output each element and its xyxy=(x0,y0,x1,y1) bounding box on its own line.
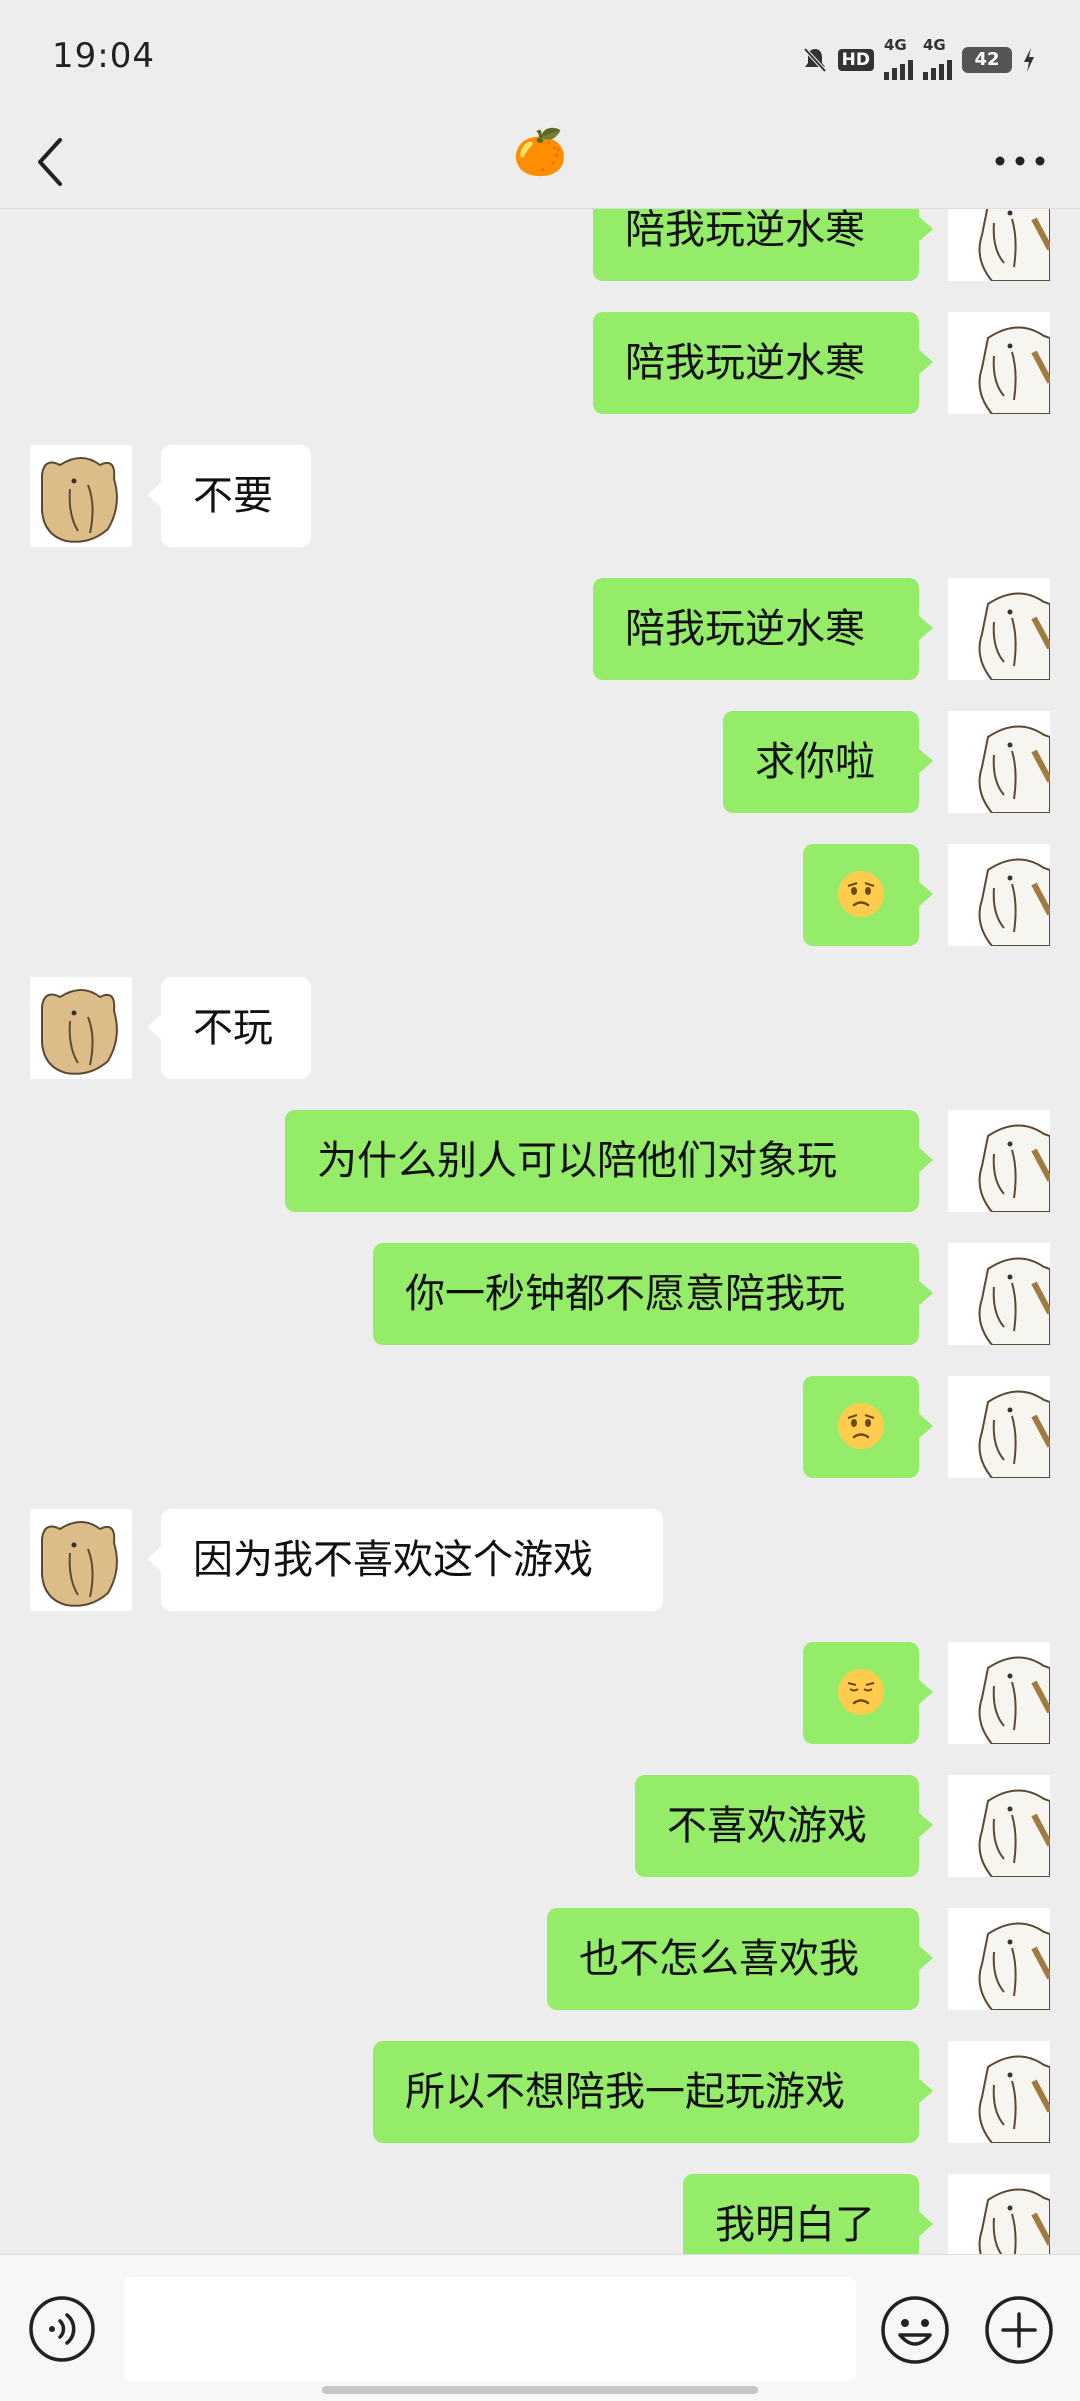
message-bubble[interactable]: 不玩 xyxy=(147,977,311,1079)
message-bubble[interactable]: 我明白了 xyxy=(683,2174,933,2254)
hd-icon: HD xyxy=(837,49,874,71)
message-bubble[interactable]: 陪我玩逆水寒 xyxy=(593,312,933,414)
incoming-message: 因为我不喜欢这个游戏 xyxy=(0,1509,1080,1611)
incoming-message: 不玩 xyxy=(0,977,1080,1079)
message-bubble[interactable]: 求你啦 xyxy=(723,711,933,813)
message-text: 不要 xyxy=(193,473,273,519)
voice-button[interactable] xyxy=(28,2295,96,2363)
message-bubble[interactable]: 因为我不喜欢这个游戏 xyxy=(147,1509,663,1611)
my-avatar[interactable] xyxy=(948,209,1050,281)
signal-label-1: 4G xyxy=(884,36,907,54)
message-text: 陪我玩逆水寒 xyxy=(625,340,865,386)
message-bubble[interactable] xyxy=(803,1642,933,1744)
input-bar xyxy=(0,2254,1080,2401)
pensive-face-icon xyxy=(838,1669,884,1715)
plus-icon xyxy=(985,2296,1053,2364)
outgoing-message xyxy=(0,1642,1080,1744)
outgoing-message: 陪我玩逆水寒 xyxy=(0,312,1080,414)
outgoing-message xyxy=(0,844,1080,946)
emoji-button[interactable] xyxy=(880,2295,950,2365)
outgoing-message: 你一秒钟都不愿意陪我玩 xyxy=(0,1243,1080,1345)
signal-icon: 4G xyxy=(884,36,913,80)
chat-title: 🍊 xyxy=(512,127,568,178)
status-icons: HD 4G 4G 42 xyxy=(802,36,1036,80)
outgoing-message: 求你啦 xyxy=(0,711,1080,813)
my-avatar[interactable] xyxy=(948,2041,1050,2143)
my-avatar[interactable] xyxy=(948,312,1050,414)
my-avatar[interactable] xyxy=(948,1775,1050,1877)
message-list[interactable]: 陪我玩逆水寒 陪我玩逆水寒 不要 陪我玩逆水寒 求你啦 不玩 为什么别人可以陪他… xyxy=(0,209,1080,2254)
message-text: 也不怎么喜欢我 xyxy=(579,1936,859,1982)
message-bubble[interactable]: 陪我玩逆水寒 xyxy=(593,209,933,281)
voice-icon xyxy=(29,2296,95,2362)
my-avatar[interactable] xyxy=(948,844,1050,946)
my-avatar[interactable] xyxy=(948,1376,1050,1478)
outgoing-message: 陪我玩逆水寒 xyxy=(0,578,1080,680)
message-text: 不喜欢游戏 xyxy=(667,1803,867,1849)
message-bubble[interactable] xyxy=(803,844,933,946)
outgoing-message: 也不怎么喜欢我 xyxy=(0,1908,1080,2010)
signal-icon-2: 4G xyxy=(923,36,952,80)
message-text: 不玩 xyxy=(193,1005,273,1051)
message-text: 我明白了 xyxy=(715,2202,875,2248)
more-dots-icon xyxy=(995,156,1045,166)
more-button[interactable] xyxy=(990,136,1050,186)
message-bubble[interactable]: 不喜欢游戏 xyxy=(635,1775,933,1877)
home-indicator[interactable] xyxy=(322,2386,758,2394)
message-text: 你一秒钟都不愿意陪我玩 xyxy=(405,1271,845,1317)
message-text: 为什么别人可以陪他们对象玩 xyxy=(317,1138,837,1184)
message-bubble[interactable] xyxy=(803,1376,933,1478)
my-avatar[interactable] xyxy=(948,1908,1050,2010)
incoming-message: 不要 xyxy=(0,445,1080,547)
message-bubble[interactable]: 也不怎么喜欢我 xyxy=(547,1908,933,2010)
smiley-icon xyxy=(881,2296,949,2364)
my-avatar[interactable] xyxy=(948,2174,1050,2254)
battery-icon: 42 xyxy=(962,47,1012,73)
message-text: 陪我玩逆水寒 xyxy=(625,606,865,652)
charging-icon xyxy=(1024,48,1034,72)
frowning-face-icon xyxy=(838,871,884,917)
signal-label-2: 4G xyxy=(923,36,946,54)
chat-header: 🍊 xyxy=(0,116,1080,209)
outgoing-message xyxy=(0,1376,1080,1478)
outgoing-message: 我明白了 xyxy=(0,2174,1080,2254)
my-avatar[interactable] xyxy=(948,1243,1050,1345)
outgoing-message: 为什么别人可以陪他们对象玩 xyxy=(0,1110,1080,1212)
message-bubble[interactable]: 不要 xyxy=(147,445,311,547)
message-text: 陪我玩逆水寒 xyxy=(625,209,865,253)
outgoing-message: 陪我玩逆水寒 xyxy=(0,209,1080,281)
my-avatar[interactable] xyxy=(948,711,1050,813)
message-text: 所以不想陪我一起玩游戏 xyxy=(405,2069,845,2115)
message-bubble[interactable]: 为什么别人可以陪他们对象玩 xyxy=(285,1110,933,1212)
frowning-face-icon xyxy=(838,1403,884,1449)
message-text: 因为我不喜欢这个游戏 xyxy=(193,1537,593,1583)
message-bubble[interactable]: 你一秒钟都不愿意陪我玩 xyxy=(373,1243,933,1345)
message-bubble[interactable]: 陪我玩逆水寒 xyxy=(593,578,933,680)
outgoing-message: 不喜欢游戏 xyxy=(0,1775,1080,1877)
status-time: 19:04 xyxy=(52,36,155,76)
my-avatar[interactable] xyxy=(948,1110,1050,1212)
my-avatar[interactable] xyxy=(948,1642,1050,1744)
message-text: 求你啦 xyxy=(755,739,875,785)
outgoing-message: 所以不想陪我一起玩游戏 xyxy=(0,2041,1080,2143)
status-bar: 19:04 HD 4G 4G 42 xyxy=(0,0,1080,116)
plus-button[interactable] xyxy=(984,2295,1054,2365)
contact-avatar[interactable] xyxy=(30,977,132,1079)
mute-bell-icon xyxy=(803,47,827,73)
my-avatar[interactable] xyxy=(948,578,1050,680)
message-input[interactable] xyxy=(124,2277,856,2381)
contact-avatar[interactable] xyxy=(30,1509,132,1611)
message-bubble[interactable]: 所以不想陪我一起玩游戏 xyxy=(373,2041,933,2143)
contact-avatar[interactable] xyxy=(30,445,132,547)
